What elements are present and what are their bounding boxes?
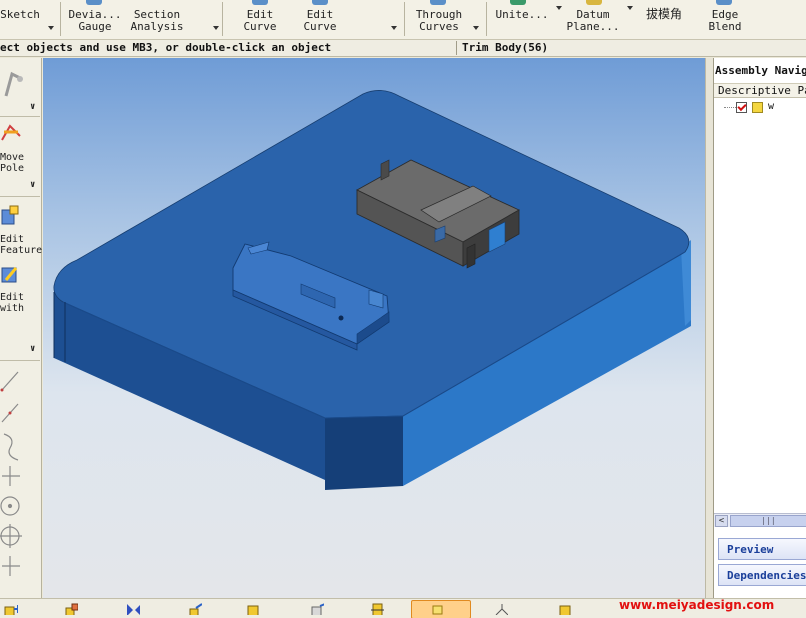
line-icon[interactable] [0,371,19,392]
section-analysis-label-line2: Analysis [130,20,184,33]
edge-blend-button[interactable]: Edge Blend [698,0,752,38]
edit-with-label-line1: Edit [0,292,25,303]
visibility-checkbox[interactable] [736,102,747,113]
chevron-down-icon[interactable] [48,26,54,30]
status-context: Trim Body(56) [462,41,549,54]
edit-with-icon[interactable] [0,264,20,286]
graphics-window[interactable] [43,58,705,598]
edit-with-button[interactable]: Edit with [0,292,24,314]
edit-feature-label-line2: Feature [0,245,43,256]
unite-button[interactable]: Unite... [494,0,550,38]
scroll-left-icon[interactable]: < [715,515,728,527]
base-plate-chamfer-face[interactable] [325,416,403,490]
unite-label: Unite... [495,8,549,21]
edit-feature-button[interactable]: Edit Feature [0,234,42,256]
edit-curve-button[interactable]: Edit Curve [236,0,284,38]
scroll-thumb-grip: ||| [761,516,776,525]
edit-curve-label-line2: Curve [243,20,277,33]
status-divider [456,41,457,55]
chevron-down-icon[interactable] [627,6,633,10]
sketch-button[interactable]: Sketch [0,0,40,38]
toolbar-divider [0,196,40,197]
through-curves-button[interactable]: Through Curves [412,0,466,38]
watermark-text: www.meiyadesign.com [619,598,775,612]
move-pole-label-line1: Move [0,152,25,163]
through-curves-label-line2: Curves [419,20,459,33]
edit-feature-label-line1: Edit [0,234,25,245]
dependencies-label: Dependencies [727,569,806,582]
constraint-icon[interactable] [188,603,202,615]
deviation-gauge-label-line2: Gauge [78,20,112,33]
draft-angle-button[interactable]: 拔模角 [642,0,686,38]
sketch-label: Sketch [0,8,40,21]
circle-icon[interactable] [0,496,20,516]
toolbar-divider [0,360,40,361]
deviation-gauge-button[interactable]: Devia... Gauge [66,0,124,38]
column-header-descriptive-part-name[interactable]: Descriptive Part Name [714,83,806,98]
navigator-title: Assembly Navigator [715,64,806,77]
wave-linker-icon[interactable] [430,603,444,615]
nx-modeling-window: Sketch Devia... Gauge Section Analysis E… [0,0,806,618]
circle-icon[interactable] [0,524,22,548]
new-part-icon[interactable] [4,603,18,615]
toolbar-divider [60,2,61,36]
chevron-down-icon[interactable]: ∨ [30,102,35,112]
sketch-icon[interactable] [2,70,24,100]
curve-tools-group [0,371,22,576]
preview-label: Preview [727,543,774,556]
left-command-bar: ∨ Move Pole ∨ Edit Feature Edit with ∨ [0,58,42,598]
sequence-icon[interactable] [558,603,572,615]
edit-feature-icon[interactable] [0,204,20,226]
edge-blend-label-line2: Blend [708,20,742,33]
arc-icon[interactable] [3,433,19,461]
preview-panel-header[interactable]: Preview [718,538,806,560]
assembly-icon[interactable] [64,603,78,615]
datum-plane-label-line2: Plane... [566,20,620,33]
chevron-down-icon[interactable] [556,6,562,10]
component-icon[interactable] [246,603,260,615]
main-toolbar: Sketch Devia... Gauge Section Analysis E… [0,0,806,40]
line-icon[interactable] [1,403,19,423]
move-pole-button[interactable]: Move Pole [0,152,24,174]
scroll-thumb[interactable]: ||| [730,515,806,527]
cue-text: ect objects and use MB3, or double-click… [0,41,332,54]
section-analysis-button[interactable]: Section Analysis [126,0,188,38]
navigator-horizontal-scrollbar[interactable]: < ||| [714,513,806,527]
point-icon[interactable] [2,556,20,576]
reference-set-icon[interactable] [370,603,384,615]
edit-curve-params-button[interactable]: Edit Curve [296,0,344,38]
chevron-down-icon[interactable]: ∨ [30,344,35,354]
edit-curve-label-line2: Curve [303,20,337,33]
chevron-down-icon[interactable] [213,26,219,30]
part-cube-icon [752,102,763,113]
move-pole-label-line2: Pole [0,163,25,174]
edit-with-label-line2: with [0,303,25,314]
chevron-down-icon[interactable] [473,26,479,30]
mirror-icon[interactable] [126,603,140,615]
model-view[interactable] [43,58,705,598]
cue-line: ect objects and use MB3, or double-click… [0,40,806,57]
splitter[interactable] [705,58,713,598]
chevron-down-icon[interactable] [391,26,397,30]
draft-angle-label: 拔模角 [645,7,682,21]
assembly-navigator: Assembly Navigator Descriptive Part Name… [713,58,806,598]
dependencies-panel-header[interactable]: Dependencies [718,564,806,586]
part-name: w [768,101,775,112]
toolbar-divider [404,2,405,36]
datum-plane-button[interactable]: Datum Plane... [566,0,620,38]
exploded-view-icon[interactable] [494,603,508,615]
toolbar-divider [486,2,487,36]
move-pole-icon[interactable] [0,122,22,144]
chevron-down-icon[interactable]: ∨ [30,180,35,190]
toolbar-divider [0,116,40,117]
toolbar-divider [222,2,223,36]
point-icon[interactable] [2,466,20,486]
move-component-icon[interactable] [310,603,324,615]
